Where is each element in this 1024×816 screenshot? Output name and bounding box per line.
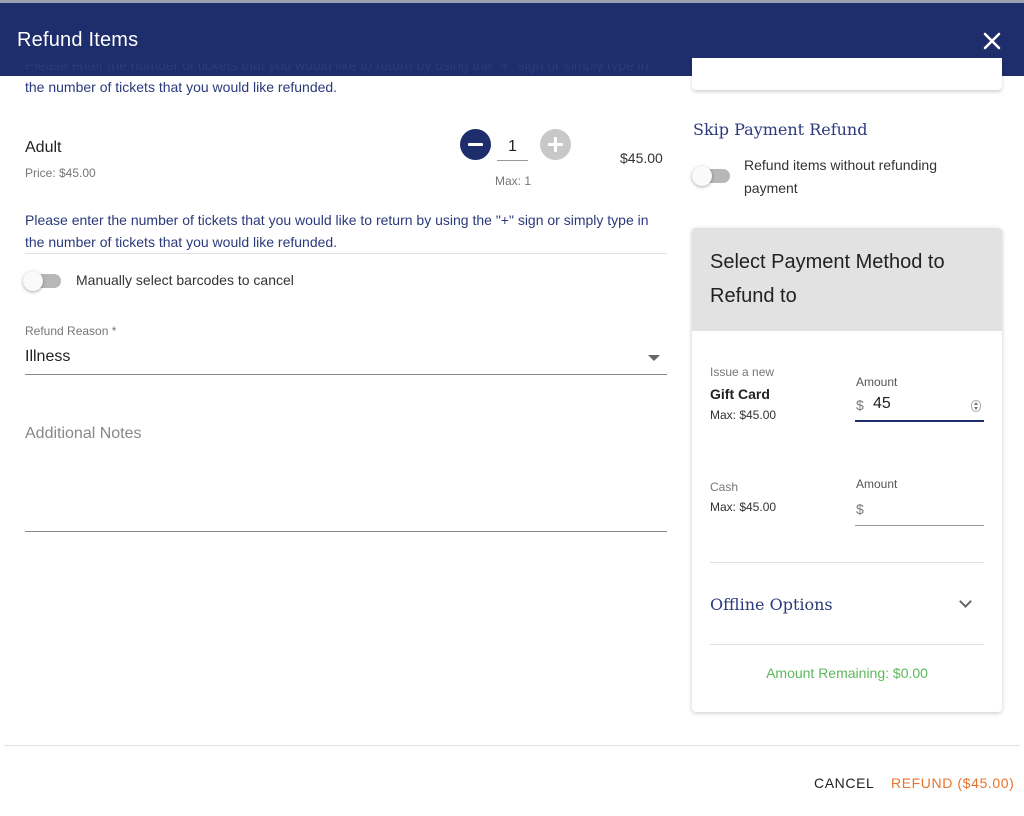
currency-symbol: $ [856,501,864,517]
cash-max: Max: $45.00 [710,500,777,514]
payment-method-card: Select Payment Method to Refund to Issue… [692,228,1002,712]
payment-method-title: Select Payment Method to Refund to [710,251,945,307]
dialog-title: Refund Items [17,29,139,51]
additional-notes-field[interactable]: Additional Notes [25,420,667,532]
currency-symbol: $ [856,397,864,413]
gift-card-caption: Issue a new [710,365,775,379]
divider [710,644,984,645]
footer-divider [4,745,1020,746]
chevron-down-icon [959,595,972,608]
increment-button[interactable] [540,129,571,160]
quantity-input[interactable] [497,133,528,161]
skip-payment-toggle[interactable] [692,166,730,186]
cash-amount-input[interactable]: $ [855,498,984,526]
line-total: $45.00 [620,150,663,166]
divider [710,562,984,563]
gift-card-amount-input[interactable]: $ 45 [855,394,984,422]
notes-placeholder: Additional Notes [25,425,142,442]
ticket-price: Price: $45.00 [25,166,96,180]
gift-card-label: Gift Card [710,386,770,402]
toggle-knob [692,166,712,186]
gift-card-amount-label: Amount [856,375,898,389]
refund-button[interactable]: REFUND ($45.00) [891,775,1014,791]
offline-options-label: Offline Options [710,595,833,614]
skip-payment-title: Skip Payment Refund [693,120,868,139]
gift-card-max: Max: $45.00 [710,408,777,422]
amount-remaining: Amount Remaining: $0.00 [766,665,928,681]
instructions-text-top: Please enter the number of tickets that … [25,64,649,95]
payment-method-header: Select Payment Method to Refund to [692,228,1002,331]
cancel-button[interactable]: CANCEL [814,775,874,791]
barcodes-toggle[interactable] [23,271,61,291]
divider [25,253,667,254]
decrement-button[interactable] [460,129,491,160]
quantity-max: Max: 1 [494,174,531,188]
refund-reason-value: Illness [25,348,71,365]
spinner-icon[interactable] [971,400,981,412]
ticket-name: Adult [25,139,62,156]
gift-card-amount-value: 45 [873,395,891,412]
previous-card-bottom [692,58,1002,90]
cash-label: Cash [710,480,739,494]
skip-payment-label: Refund items without refunding payment [744,157,937,196]
close-icon[interactable] [981,30,1003,52]
barcodes-toggle-label: Manually select barcodes to cancel [76,272,294,288]
dropdown-arrow-icon [648,355,660,361]
instructions-text: Please enter the number of tickets that … [25,212,649,250]
refund-reason-label: Refund Reason * [25,324,117,338]
offline-options-toggle[interactable]: Offline Options [710,585,984,625]
cash-amount-label: Amount [856,477,898,491]
refund-reason-select[interactable]: Illness [25,344,667,375]
instructions-top: Please enter the number of tickets that … [25,64,667,108]
toggle-knob [23,271,43,291]
